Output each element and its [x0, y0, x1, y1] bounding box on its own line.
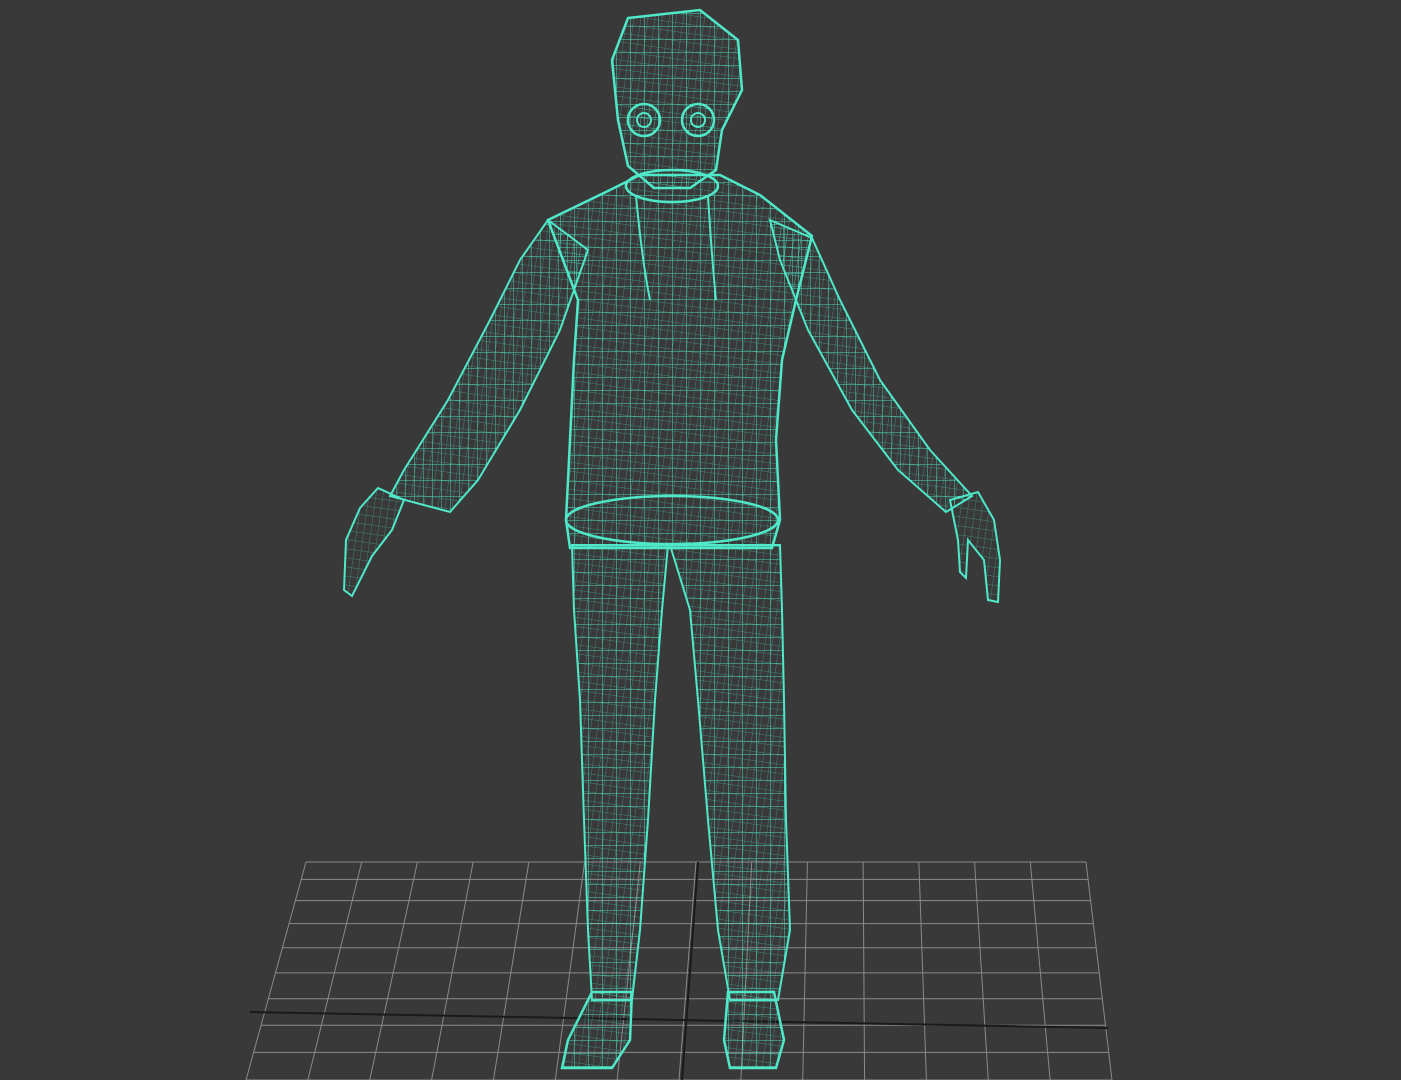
viewport-canvas[interactable] — [0, 0, 1401, 1080]
grid-line — [802, 861, 808, 1080]
grid-line — [1085, 861, 1113, 1080]
grid-axis-z — [681, 861, 699, 1080]
character-legs — [570, 544, 792, 1001]
grid-line — [974, 861, 989, 1080]
grid-line — [431, 861, 474, 1080]
character-shoes — [560, 990, 786, 1070]
grid-line — [245, 861, 307, 1080]
wireframe-character-mesh[interactable] — [342, 8, 1002, 1070]
grid-line — [862, 861, 866, 1080]
grid-line — [678, 861, 697, 1080]
grid-line — [307, 861, 363, 1080]
grid-line — [918, 861, 927, 1080]
ground-grid — [245, 861, 1113, 1080]
character-head — [610, 8, 744, 190]
grid-line — [492, 861, 530, 1080]
3d-viewport[interactable] — [0, 0, 1401, 1080]
character-torso — [546, 168, 814, 550]
grid-line — [369, 861, 418, 1080]
grid-line — [1029, 861, 1051, 1080]
